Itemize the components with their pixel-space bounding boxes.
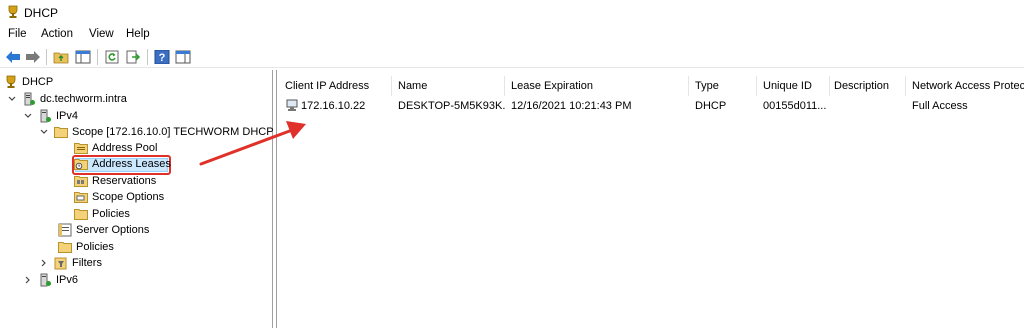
tree-item-scope-options[interactable]: Scope Options — [74, 189, 164, 205]
export-list-icon[interactable] — [124, 48, 142, 66]
tree-label: Address Leases — [92, 158, 171, 170]
chevron-down-icon[interactable] — [38, 126, 50, 138]
tree-label: Reservations — [92, 175, 157, 187]
address-leases-icon — [74, 157, 88, 171]
properties-icon[interactable] — [174, 48, 192, 66]
tree-label: Policies — [76, 241, 114, 253]
server-icon — [22, 92, 36, 106]
menu-view[interactable]: View — [89, 28, 114, 40]
tree-label: Address Pool — [92, 142, 158, 154]
back-arrow-icon[interactable] — [4, 48, 22, 66]
cell-description[interactable] — [830, 98, 906, 114]
toolbar: ? — [0, 46, 1024, 68]
tree-item-ipv6[interactable]: IPv6 — [22, 272, 78, 288]
column-header-description[interactable]: Description — [830, 76, 906, 96]
tree-label: Policies — [92, 208, 130, 220]
column-header-type[interactable]: Type — [691, 76, 757, 96]
tree-item-filters[interactable]: Filters — [38, 255, 102, 271]
chevron-down-icon[interactable] — [22, 110, 34, 122]
folder-icon — [54, 125, 68, 139]
tree-label: Scope Options — [92, 191, 165, 203]
toolbar-separator — [147, 49, 148, 65]
policies-icon — [58, 240, 72, 254]
menu-action[interactable]: Action — [41, 28, 73, 40]
help-icon[interactable]: ? — [153, 48, 171, 66]
tree-label: Scope [172.16.10.0] TECHWORM DHCP — [72, 126, 274, 138]
tree-item-server-options[interactable]: Server Options — [58, 222, 149, 238]
dhcp-trophy-icon — [4, 75, 18, 89]
cell-name[interactable]: DESKTOP-5M5K93K... — [394, 98, 506, 114]
ipv4-icon — [38, 109, 52, 123]
column-header-network-access-protection[interactable]: Network Access Protec — [908, 76, 1024, 96]
column-header-name[interactable]: Name — [394, 76, 505, 96]
menu-bar: File Action View Help — [0, 26, 1024, 44]
tree-label: IPv6 — [56, 274, 79, 286]
tree-item-address-leases[interactable]: Address Leases — [74, 156, 171, 172]
cell-client-ip[interactable]: 172.16.10.22 — [281, 98, 393, 114]
reservations-icon — [74, 174, 88, 188]
tree-label: DHCP — [22, 76, 54, 88]
cell-type[interactable]: DHCP — [691, 98, 757, 114]
column-header-client-ip[interactable]: Client IP Address — [281, 76, 392, 96]
title-bar: DHCP — [0, 0, 1024, 24]
policies-icon — [74, 207, 88, 221]
tree-item-scope[interactable]: Scope [172.16.10.0] TECHWORM DHCP — [38, 124, 274, 140]
filter-icon — [54, 256, 68, 270]
cell-unique-id[interactable]: 00155d011... — [759, 98, 830, 114]
tree-item-server[interactable]: dc.techworm.intra — [6, 91, 127, 107]
chevron-right-icon[interactable] — [22, 274, 34, 286]
scope-options-icon — [74, 190, 88, 204]
tree-item-reservations[interactable]: Reservations — [74, 173, 156, 189]
tree-label: Server Options — [76, 224, 150, 236]
lease-row-icon — [285, 99, 299, 113]
dhcp-app-icon — [6, 5, 20, 19]
forward-arrow-icon[interactable] — [24, 48, 42, 66]
chevron-right-icon[interactable] — [38, 257, 50, 269]
tree-item-address-pool[interactable]: Address Pool — [74, 140, 157, 156]
menu-help[interactable]: Help — [126, 28, 150, 40]
tree-label: dc.techworm.intra — [40, 93, 127, 105]
refresh-icon[interactable] — [103, 48, 121, 66]
toolbar-separator — [46, 49, 47, 65]
server-options-icon — [58, 223, 72, 237]
menu-file[interactable]: File — [8, 28, 27, 40]
cell-lease-expiration[interactable]: 12/16/2021 10:21:43 PM — [507, 98, 689, 114]
window-title: DHCP — [24, 6, 59, 20]
column-header-unique-id[interactable]: Unique ID — [759, 76, 830, 96]
tree-item-policies[interactable]: Policies — [58, 239, 114, 255]
folder-up-icon[interactable] — [52, 48, 70, 66]
cell-network-access-protection[interactable]: Full Access — [908, 98, 1024, 114]
column-header-lease-expiration[interactable]: Lease Expiration — [507, 76, 689, 96]
tree-label: IPv4 — [56, 110, 79, 122]
tree-item-ipv4[interactable]: IPv4 — [22, 108, 78, 124]
tree-item-dhcp[interactable]: DHCP — [4, 74, 53, 90]
tree-label: Filters — [72, 257, 102, 269]
toolbar-separator — [97, 49, 98, 65]
tree-item-scope-policies[interactable]: Policies — [74, 206, 130, 222]
client-ip-value: 172.16.10.22 — [301, 100, 366, 112]
chevron-down-icon[interactable] — [6, 93, 18, 105]
ipv6-icon — [38, 273, 52, 287]
svg-text:?: ? — [159, 52, 166, 64]
show-hide-tree-icon[interactable] — [74, 48, 92, 66]
address-pool-icon — [74, 141, 88, 155]
